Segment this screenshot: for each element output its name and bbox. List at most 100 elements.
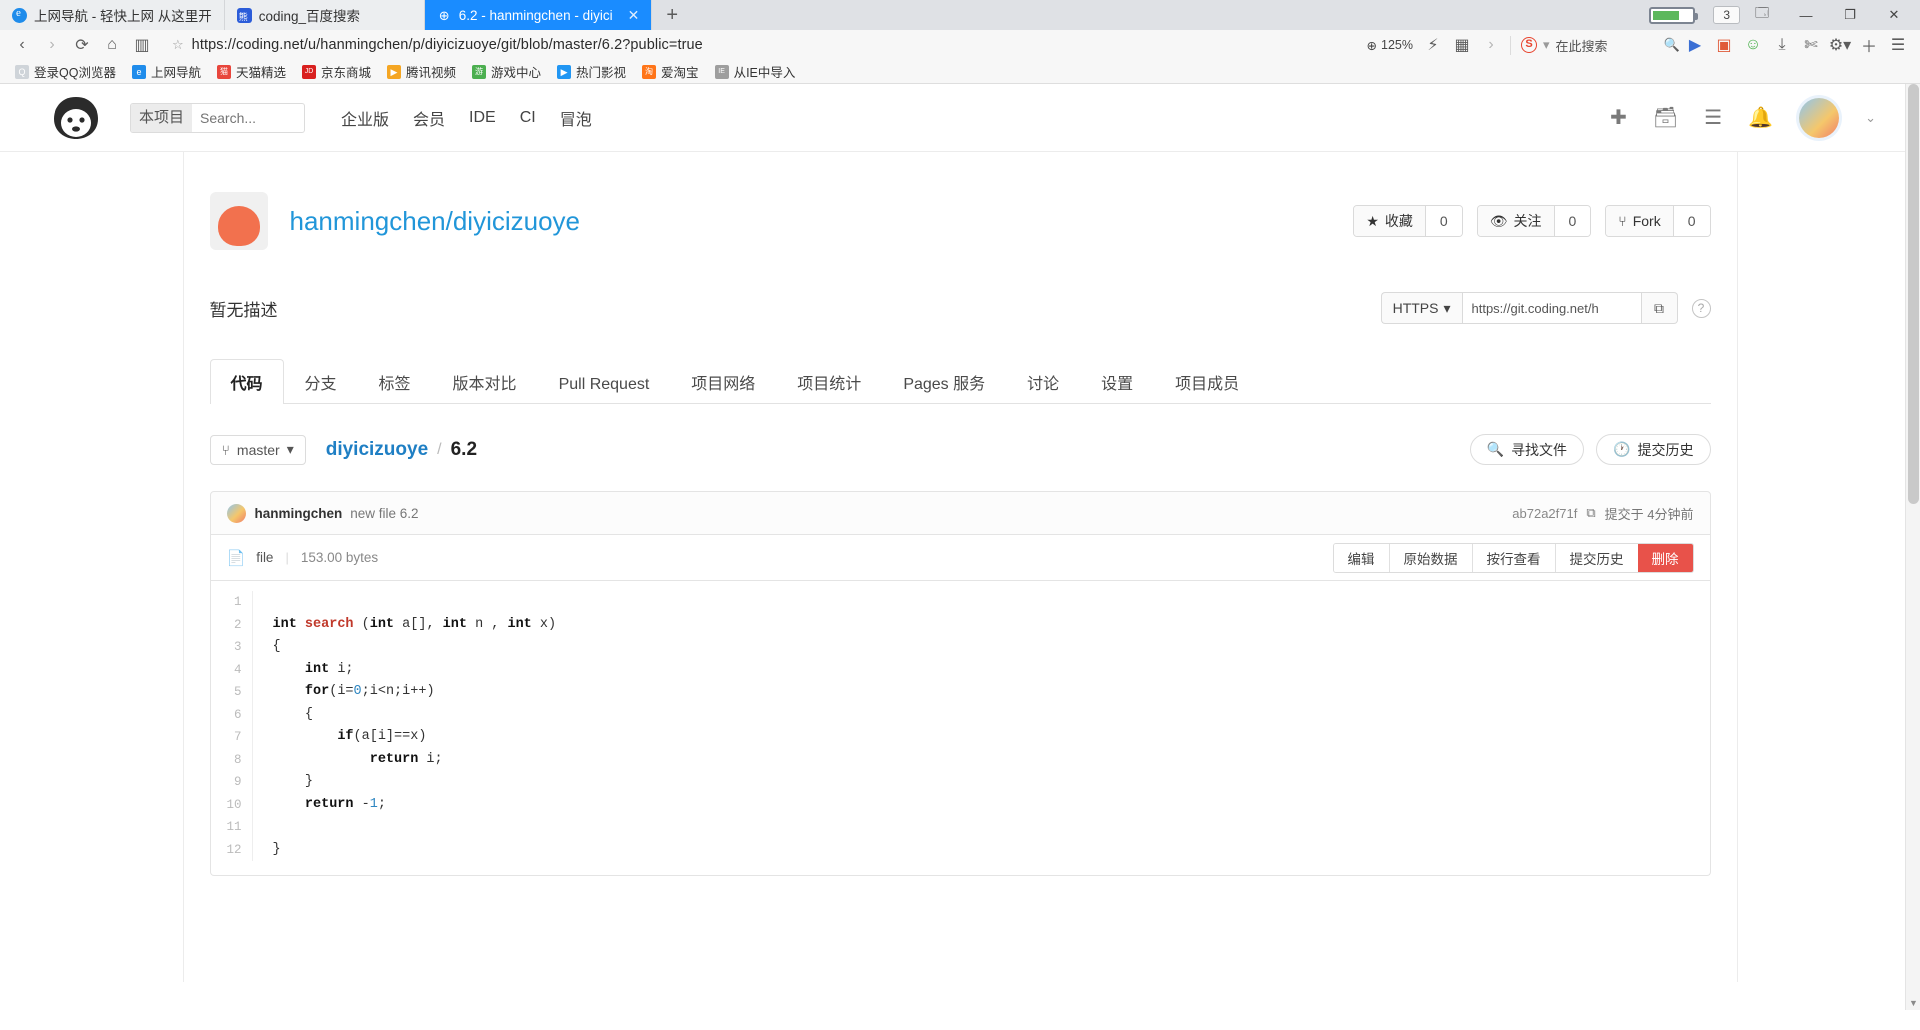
zoom-level[interactable]: ⊕ 125% xyxy=(1362,38,1418,53)
menu-icon[interactable]: ☰ xyxy=(1884,32,1912,58)
bookmark-item[interactable]: IE 从IE中导入 xyxy=(708,60,803,83)
nav-item-maopao[interactable]: 冒泡 xyxy=(560,106,592,130)
star-stat[interactable]: ★ 收藏 0 xyxy=(1353,205,1463,237)
edit-button[interactable]: 编辑 xyxy=(1333,543,1389,572)
branch-selector[interactable]: ⑂ master ▾ xyxy=(209,434,306,465)
avatar[interactable] xyxy=(1799,97,1840,138)
find-file-button[interactable]: 🔍 寻找文件 xyxy=(1469,434,1585,465)
play-icon[interactable]: ▶ xyxy=(1681,32,1709,58)
clone-url-input[interactable] xyxy=(1461,292,1642,324)
scissors-icon[interactable]: ✄ xyxy=(1797,32,1825,58)
fork-stat[interactable]: ⑂ Fork 0 xyxy=(1605,205,1711,237)
bookmark-item[interactable]: 游游戏中心 xyxy=(465,60,548,83)
code-lines[interactable]: int search (int a[], int n , int x) { in… xyxy=(253,591,557,861)
clone-protocol-dropdown[interactable]: HTTPS ▾ xyxy=(1380,292,1462,324)
commit-author[interactable]: hanmingchen xyxy=(255,506,343,521)
site-search[interactable]: 本项目 xyxy=(130,102,306,133)
browser-tab-2[interactable]: ⊕ 6.2 - hanmingchen - diyici ✕ xyxy=(424,0,653,30)
minimize-button[interactable]: — xyxy=(1784,0,1828,30)
tab-settings[interactable]: 设置 xyxy=(1080,359,1154,404)
copy-icon[interactable]: ⧉ xyxy=(1586,505,1595,521)
tab-statistics[interactable]: 项目统计 xyxy=(776,359,882,404)
browser-tab-1[interactable]: coding_百度搜索 xyxy=(224,0,425,30)
download-icon[interactable]: ⤓ xyxy=(1768,32,1796,58)
battery-icon xyxy=(1649,6,1699,24)
search-icon[interactable]: 🔍 xyxy=(1664,37,1680,53)
extension-badge[interactable]: 3 xyxy=(1713,6,1740,24)
smiley-icon[interactable]: ☺ xyxy=(1739,32,1767,58)
tab-strip: 上网导航 - 轻快上网 从这里开 coding_百度搜索 ⊕ 6.2 - han… xyxy=(0,0,1920,30)
chevron-down-icon[interactable]: ⌄ xyxy=(1865,110,1876,126)
tab-code[interactable]: 代码 xyxy=(209,359,284,404)
tab-pages-service[interactable]: Pages 服务 xyxy=(882,359,1006,404)
coding-monkey-logo[interactable] xyxy=(48,96,104,140)
bookmark-item[interactable]: ▶ 热门影视 xyxy=(550,60,633,83)
downloads-icon[interactable]: 🗔 xyxy=(1740,0,1784,30)
code-line: int search (int a[], int n , int x) xyxy=(272,616,557,632)
scroll-down-icon[interactable]: ▼ xyxy=(1909,998,1918,1008)
new-tab-button[interactable]: + xyxy=(652,0,692,30)
bookmark-item[interactable]: e 上网导航 xyxy=(125,60,208,83)
search-scope-label[interactable]: 本项目 xyxy=(131,103,193,132)
bell-icon[interactable]: 🔔 xyxy=(1748,108,1773,128)
lightning-icon[interactable]: ⚡ xyxy=(1419,32,1447,58)
back-icon[interactable]: ‹ xyxy=(8,32,36,58)
bookmark-star-icon[interactable]: ☆ xyxy=(172,37,184,53)
search-placeholder: 在此搜索 xyxy=(1555,38,1608,54)
raw-data-button[interactable]: 原始数据 xyxy=(1388,543,1472,572)
bookmark-item[interactable]: Q 登录QQ浏览器 xyxy=(8,60,123,83)
tab-discussion[interactable]: 讨论 xyxy=(1006,359,1080,404)
url-bar[interactable]: ☆ https://coding.net/u/hanmingchen/p/diy… xyxy=(164,33,1354,57)
file-history-button[interactable]: 提交历史 xyxy=(1554,543,1638,572)
chevron-right-icon[interactable]: › xyxy=(1477,32,1505,58)
tab-branches[interactable]: 分支 xyxy=(284,359,358,404)
tab-network[interactable]: 项目网络 xyxy=(670,359,776,404)
settings-caret-icon[interactable]: ⚙▾ xyxy=(1826,32,1854,58)
page-title[interactable]: hanmingchen/diyicizuoye xyxy=(290,206,581,237)
tab-pull-request[interactable]: Pull Request xyxy=(538,365,671,404)
archive-icon[interactable]: 🗃 xyxy=(1653,108,1678,128)
bookmark-icon: Q xyxy=(15,64,29,79)
page-scrollbar[interactable]: ▲ ▼ xyxy=(1905,84,1920,1010)
watch-stat[interactable]: 👁 关注 0 xyxy=(1476,205,1592,237)
copy-icon[interactable]: ⧉ xyxy=(1641,292,1678,324)
avatar[interactable] xyxy=(226,503,246,523)
delete-button[interactable]: 删除 xyxy=(1637,543,1693,572)
home-icon[interactable]: ⌂ xyxy=(98,32,126,58)
browser-search-box[interactable]: S ▾ 在此搜索 🔍 xyxy=(1510,35,1680,55)
list-icon[interactable]: ☰ xyxy=(1704,108,1722,128)
reading-mode-icon[interactable]: ▥ xyxy=(128,32,156,58)
search-input[interactable] xyxy=(192,109,305,126)
nav-item-member[interactable]: 会员 xyxy=(413,106,445,130)
watch-label: 关注 xyxy=(1513,213,1542,229)
bookmark-item[interactable]: ▶ 腾讯视频 xyxy=(380,60,463,83)
bookmark-item[interactable]: 淘爱淘宝 xyxy=(635,60,706,83)
tab-tags[interactable]: 标签 xyxy=(358,359,432,404)
breadcrumb-repo[interactable]: diyicizuoye xyxy=(326,439,428,461)
tab-compare[interactable]: 版本对比 xyxy=(432,359,538,404)
commit-history-button[interactable]: 🕐 提交历史 xyxy=(1596,434,1711,465)
browser-tab-0[interactable]: 上网导航 - 轻快上网 从这里开 xyxy=(0,0,225,30)
bookmark-item[interactable]: JD 京东商城 xyxy=(295,60,378,83)
chevron-down-icon[interactable]: ▾ xyxy=(1543,37,1550,53)
scrollbar-thumb[interactable] xyxy=(1908,84,1919,504)
plus-icon[interactable]: ✚ xyxy=(1610,108,1627,128)
reload-icon[interactable]: ⟳ xyxy=(68,32,96,58)
blame-button[interactable]: 按行查看 xyxy=(1471,543,1555,572)
line-number: 1 xyxy=(233,595,242,609)
nav-item-ci[interactable]: CI xyxy=(520,109,536,127)
commit-sha[interactable]: ab72a2f71f xyxy=(1512,506,1577,521)
question-icon[interactable]: ? xyxy=(1691,298,1711,318)
tab-members[interactable]: 项目成员 xyxy=(1154,359,1260,404)
close-window-button[interactable]: ✕ xyxy=(1872,0,1916,30)
maximize-button[interactable]: ❐ xyxy=(1828,0,1872,30)
nav-item-enterprise[interactable]: 企业版 xyxy=(341,106,389,130)
nav-item-ide[interactable]: IDE xyxy=(469,109,496,127)
grid-icon[interactable]: ▦ xyxy=(1448,32,1476,58)
add-icon[interactable]: ＋ xyxy=(1855,32,1883,58)
close-icon[interactable]: ✕ xyxy=(620,7,640,24)
bookmark-item[interactable]: 猫天猫精选 xyxy=(210,60,293,83)
address-bar: ‹ › ⟳ ⌂ ▥ ☆ https://coding.net/u/hanming… xyxy=(0,30,1920,60)
forward-icon[interactable]: › xyxy=(38,32,66,58)
video-icon[interactable]: ▣ xyxy=(1710,32,1738,58)
